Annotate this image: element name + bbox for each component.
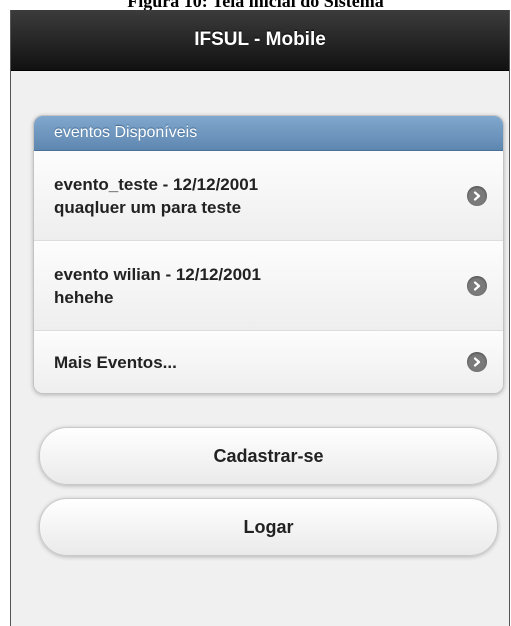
- login-button[interactable]: Logar: [39, 498, 498, 556]
- event-list-item[interactable]: evento_teste - 12/12/2001 quaqluer um pa…: [34, 151, 503, 241]
- events-listview: eventos Disponíveis evento_teste - 12/12…: [33, 115, 504, 394]
- event-title: evento_teste - 12/12/2001: [54, 174, 259, 194]
- event-description: hehehe: [54, 287, 114, 307]
- app-header: IFSUL - Mobile: [11, 10, 509, 71]
- login-button-label: Logar: [243, 516, 294, 537]
- chevron-right-circle-icon: [467, 352, 487, 372]
- figure-caption-text: Figura 10: Tela inicial do Sistema: [127, 0, 384, 10]
- events-list-heading: eventos Disponíveis: [34, 116, 503, 151]
- figure-caption: Figura 10: Tela inicial do Sistema: [0, 0, 511, 10]
- more-events-label: Mais Eventos...: [54, 352, 177, 372]
- app-title: IFSUL - Mobile: [194, 29, 326, 50]
- event-title: evento wilian - 12/12/2001: [54, 264, 261, 284]
- event-description: quaqluer um para teste: [54, 197, 242, 217]
- more-events-item[interactable]: Mais Eventos...: [34, 331, 503, 393]
- register-button-label: Cadastrar-se: [213, 445, 324, 466]
- mobile-screen: IFSUL - Mobile eventos Disponíveis event…: [10, 10, 510, 626]
- event-list-item[interactable]: evento wilian - 12/12/2001 hehehe: [34, 241, 503, 331]
- register-button[interactable]: Cadastrar-se: [39, 427, 498, 485]
- chevron-right-circle-icon: [467, 275, 487, 296]
- chevron-right-circle-icon: [467, 185, 487, 206]
